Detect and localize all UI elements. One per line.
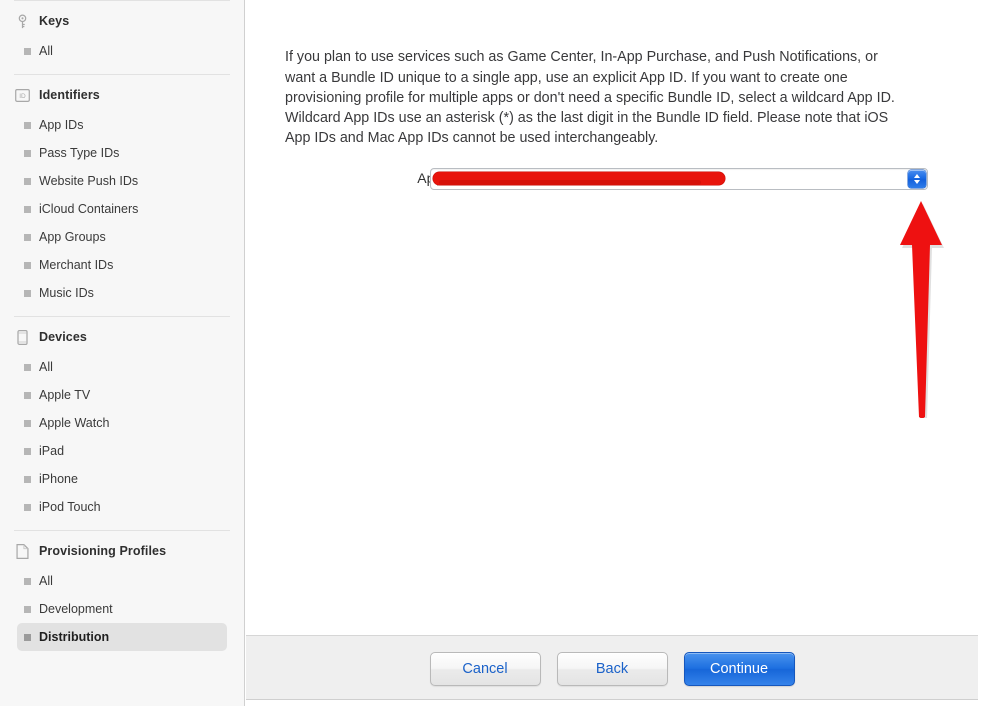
sidebar-item-icloud-containers[interactable]: iCloud Containers [17, 195, 227, 223]
sidebar-item-label: App Groups [39, 230, 106, 244]
cancel-button[interactable]: Cancel [429, 651, 541, 686]
sidebar-header-label: Provisioning Profiles [39, 544, 167, 558]
sidebar: Keys All ID Identifiers App IDs Pass Typ… [0, 0, 245, 706]
chevron-up-icon [914, 174, 920, 179]
bullet-icon [24, 205, 31, 213]
bullet-icon [24, 233, 31, 241]
sidebar-item-label: iCloud Containers [39, 202, 139, 216]
sidebar-item-ipad[interactable]: iPad [17, 437, 227, 465]
bullet-icon [24, 261, 31, 269]
sidebar-item-label: Pass Type IDs [39, 146, 120, 160]
bullet-icon [24, 605, 31, 613]
sidebar-item-app-groups[interactable]: App Groups [17, 223, 227, 251]
intro-paragraph: If you plan to use services such as Game… [285, 49, 895, 147]
bullet-icon [24, 363, 31, 371]
sidebar-item-label: Merchant IDs [39, 258, 114, 272]
chevron-down-icon [914, 179, 920, 184]
right-gutter [978, 0, 985, 706]
sidebar-item-label: All [39, 44, 53, 58]
footer-bar: Cancel Back Continue [246, 635, 978, 700]
bottom-gutter [246, 700, 978, 706]
sidebar-section-provisioning-profiles: Provisioning Profiles All Development Di… [0, 537, 244, 651]
sidebar-item-profiles-all[interactable]: All [17, 567, 227, 595]
sidebar-item-ipod-touch[interactable]: iPod Touch [17, 493, 227, 521]
bullet-icon [24, 177, 31, 185]
sidebar-divider-top [14, 0, 230, 1]
bullet-icon [24, 419, 31, 427]
sidebar-item-label: Apple TV [39, 388, 91, 402]
sidebar-item-keys-all[interactable]: All [17, 37, 227, 65]
sidebar-header-provisioning-profiles: Provisioning Profiles [0, 537, 244, 565]
sidebar-item-label: All [39, 360, 53, 374]
sidebar-item-pass-type-ids[interactable]: Pass Type IDs [17, 139, 227, 167]
sidebar-header-keys: Keys [0, 7, 244, 35]
sidebar-item-label: Development [39, 602, 113, 616]
sidebar-header-identifiers: ID Identifiers [0, 81, 244, 109]
sidebar-item-iphone[interactable]: iPhone [17, 465, 227, 493]
bullet-icon [24, 149, 31, 157]
bullet-icon [24, 503, 31, 511]
bullet-icon [24, 289, 31, 297]
sidebar-divider-2 [14, 316, 230, 317]
sidebar-item-label: Music IDs [39, 286, 94, 300]
device-icon [14, 329, 30, 345]
sidebar-section-keys: Keys All [0, 7, 244, 65]
continue-button[interactable]: Continue [683, 651, 795, 686]
sidebar-divider-3 [14, 530, 230, 531]
sidebar-item-label: Apple Watch [39, 416, 110, 430]
sidebar-item-label: Website Push IDs [39, 174, 139, 188]
sidebar-item-label: iPod Touch [39, 500, 101, 514]
updown-chevron-icon[interactable] [908, 170, 926, 188]
sidebar-section-identifiers: ID Identifiers App IDs Pass Type IDs Web… [0, 81, 244, 307]
sidebar-section-devices: Devices All Apple TV Apple Watch iPad iP… [0, 323, 244, 521]
key-icon [14, 13, 30, 29]
sidebar-item-distribution[interactable]: Distribution [17, 623, 227, 651]
sidebar-item-label: App IDs [39, 118, 84, 132]
bullet-icon [24, 391, 31, 399]
sidebar-item-label: All [39, 574, 53, 588]
sidebar-item-music-ids[interactable]: Music IDs [17, 279, 227, 307]
sidebar-item-label: Distribution [39, 630, 110, 644]
sidebar-divider-1 [14, 74, 230, 75]
bullet-icon [24, 633, 31, 641]
svg-text:ID: ID [19, 92, 26, 99]
footer-button-group: Cancel Back Continue [246, 636, 978, 701]
sidebar-item-apple-tv[interactable]: Apple TV [17, 381, 227, 409]
sidebar-header-label: Keys [39, 14, 70, 28]
sidebar-header-label: Identifiers [39, 88, 100, 102]
bullet-icon [24, 447, 31, 455]
id-badge-icon: ID [14, 87, 30, 103]
sidebar-item-apple-watch[interactable]: Apple Watch [17, 409, 227, 437]
sidebar-item-app-ids[interactable]: App IDs [17, 111, 227, 139]
sidebar-item-merchant-ids[interactable]: Merchant IDs [17, 251, 227, 279]
bullet-icon [24, 121, 31, 129]
sidebar-item-label: iPad [39, 444, 65, 458]
sidebar-header-label: Devices [39, 330, 87, 344]
app-window: Keys All ID Identifiers App IDs Pass Typ… [0, 0, 985, 706]
sidebar-item-label: iPhone [39, 472, 78, 486]
document-icon [14, 543, 30, 559]
sidebar-item-devices-all[interactable]: All [17, 353, 227, 381]
bullet-icon [24, 47, 31, 55]
bullet-icon [24, 475, 31, 483]
sidebar-item-website-push-ids[interactable]: Website Push IDs [17, 167, 227, 195]
sidebar-item-development[interactable]: Development [17, 595, 227, 623]
app-id-field-row: App ID: ) [246, 168, 978, 192]
bullet-icon [24, 577, 31, 585]
redaction-overlay [433, 172, 725, 185]
main-content: If you plan to use services such as Game… [246, 0, 978, 635]
sidebar-header-devices: Devices [0, 323, 244, 351]
app-id-select[interactable]: ) [430, 168, 928, 190]
back-button[interactable]: Back [556, 651, 668, 686]
